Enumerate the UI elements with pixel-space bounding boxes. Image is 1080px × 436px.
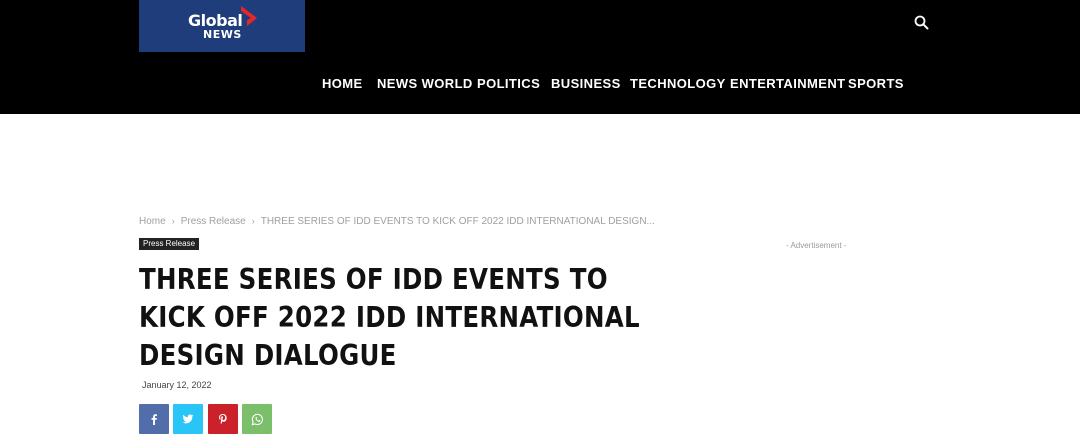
twitter-icon bbox=[182, 414, 194, 424]
site-header: Global NEWS HOME NEWS WORLD POLITICS BUS… bbox=[0, 0, 1080, 114]
logo-word: Global bbox=[188, 11, 243, 30]
logo-text: Global NEWS bbox=[188, 11, 243, 41]
breadcrumb-current: THREE SERIES OF IDD EVENTS TO KICK OFF 2… bbox=[260, 216, 655, 227]
pinterest-share-button[interactable] bbox=[208, 404, 238, 434]
nav-technology[interactable]: TECHNOLOGY bbox=[630, 76, 726, 91]
advertisement-label: - Advertisement - bbox=[786, 241, 847, 250]
article-date: January 12, 2022 bbox=[142, 380, 212, 390]
search-icon bbox=[914, 15, 929, 30]
nav-sports[interactable]: SPORTS bbox=[848, 76, 904, 91]
nav-entertainment[interactable]: ENTERTAINMENT bbox=[730, 76, 845, 91]
logo-sub: NEWS bbox=[203, 28, 242, 41]
nav-news-world[interactable]: NEWS WORLD bbox=[377, 76, 473, 91]
whatsapp-icon bbox=[251, 413, 263, 425]
breadcrumb-separator: › bbox=[251, 216, 255, 226]
breadcrumb: Home › Press Release › THREE SERIES OF IDD E… bbox=[139, 216, 655, 227]
site-logo[interactable]: Global NEWS bbox=[139, 0, 305, 52]
facebook-share-button[interactable] bbox=[139, 404, 169, 434]
breadcrumb-separator: › bbox=[171, 216, 175, 226]
nav-politics[interactable]: POLITICS bbox=[477, 76, 540, 91]
nav-home[interactable]: HOME bbox=[322, 76, 363, 91]
logo-mark-icon bbox=[241, 6, 257, 26]
article-title: THREE SERIES OF IDD EVENTS TO KICK OFF 2… bbox=[139, 263, 640, 372]
search-button[interactable] bbox=[912, 13, 932, 33]
breadcrumb-category[interactable]: Press Release bbox=[181, 216, 246, 227]
nav-business[interactable]: BUSINESS bbox=[551, 76, 621, 91]
facebook-icon bbox=[151, 414, 157, 425]
category-tag[interactable]: Press Release bbox=[139, 238, 200, 250]
twitter-share-button[interactable] bbox=[173, 404, 203, 434]
pinterest-icon bbox=[219, 414, 227, 425]
breadcrumb-home[interactable]: Home bbox=[139, 216, 166, 227]
whatsapp-share-button[interactable] bbox=[242, 404, 272, 434]
